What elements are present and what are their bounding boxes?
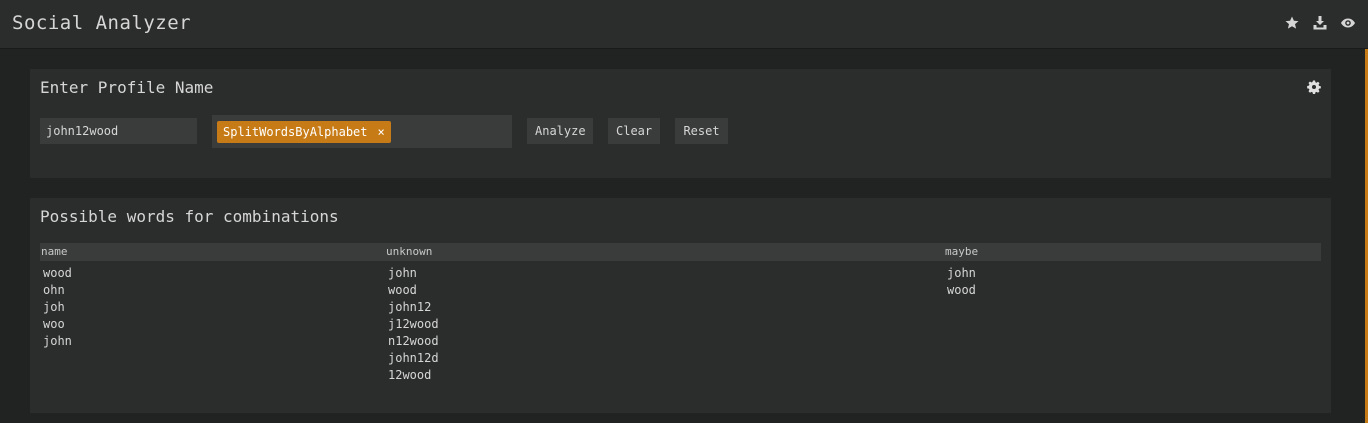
- clear-button[interactable]: Clear: [608, 118, 660, 144]
- analyze-button[interactable]: Analyze: [527, 118, 593, 144]
- option-tag-input[interactable]: SplitWordsByAlphabet ×: [212, 115, 512, 148]
- top-toolbar: [1284, 15, 1356, 31]
- column-header-unknown[interactable]: unknown: [386, 245, 432, 258]
- star-icon[interactable]: [1284, 15, 1300, 31]
- list-item: ohn: [43, 283, 65, 297]
- gear-icon[interactable]: [1307, 80, 1321, 94]
- list-item: john: [43, 334, 72, 348]
- list-item: john: [388, 266, 417, 280]
- top-bar: Social Analyzer: [0, 0, 1368, 49]
- list-item: wood: [43, 266, 72, 280]
- list-item: john12d: [388, 351, 439, 365]
- reset-button[interactable]: Reset: [675, 118, 728, 144]
- unknown-column: john wood john12 j12wood n12wood john12d 12woo…: [388, 265, 439, 384]
- list-item: john: [947, 266, 976, 280]
- words-table: name unknown maybe wood ohn joh woo john joh…: [40, 243, 1321, 382]
- list-item: wood: [388, 283, 417, 297]
- list-item: woo: [43, 317, 65, 331]
- tag-remove-icon[interactable]: ×: [378, 121, 385, 143]
- list-item: john12: [388, 300, 432, 314]
- list-item: wood: [947, 283, 976, 297]
- column-header-name[interactable]: name: [41, 245, 68, 258]
- results-panel-title: Possible words for combinations: [40, 207, 339, 226]
- app-title: Social Analyzer: [12, 12, 192, 34]
- option-tag: SplitWordsByAlphabet ×: [217, 121, 391, 143]
- profile-name-input[interactable]: [40, 118, 197, 144]
- column-header-maybe[interactable]: maybe: [945, 245, 978, 258]
- list-item: n12wood: [388, 334, 439, 348]
- list-item: j12wood: [388, 317, 439, 331]
- eye-icon[interactable]: [1340, 15, 1356, 31]
- download-icon[interactable]: [1312, 15, 1328, 31]
- profile-panel: Enter Profile Name SplitWordsByAlphabet …: [30, 69, 1331, 178]
- maybe-column: john wood: [947, 265, 976, 299]
- results-panel: Possible words for combinations name unk…: [30, 198, 1331, 413]
- tag-label: SplitWordsByAlphabet: [223, 125, 368, 139]
- table-header: name unknown maybe: [40, 243, 1321, 261]
- profile-panel-title: Enter Profile Name: [40, 78, 214, 97]
- list-item: joh: [43, 300, 65, 314]
- list-item: 12wood: [388, 368, 432, 382]
- name-column: wood ohn joh woo john: [43, 265, 72, 350]
